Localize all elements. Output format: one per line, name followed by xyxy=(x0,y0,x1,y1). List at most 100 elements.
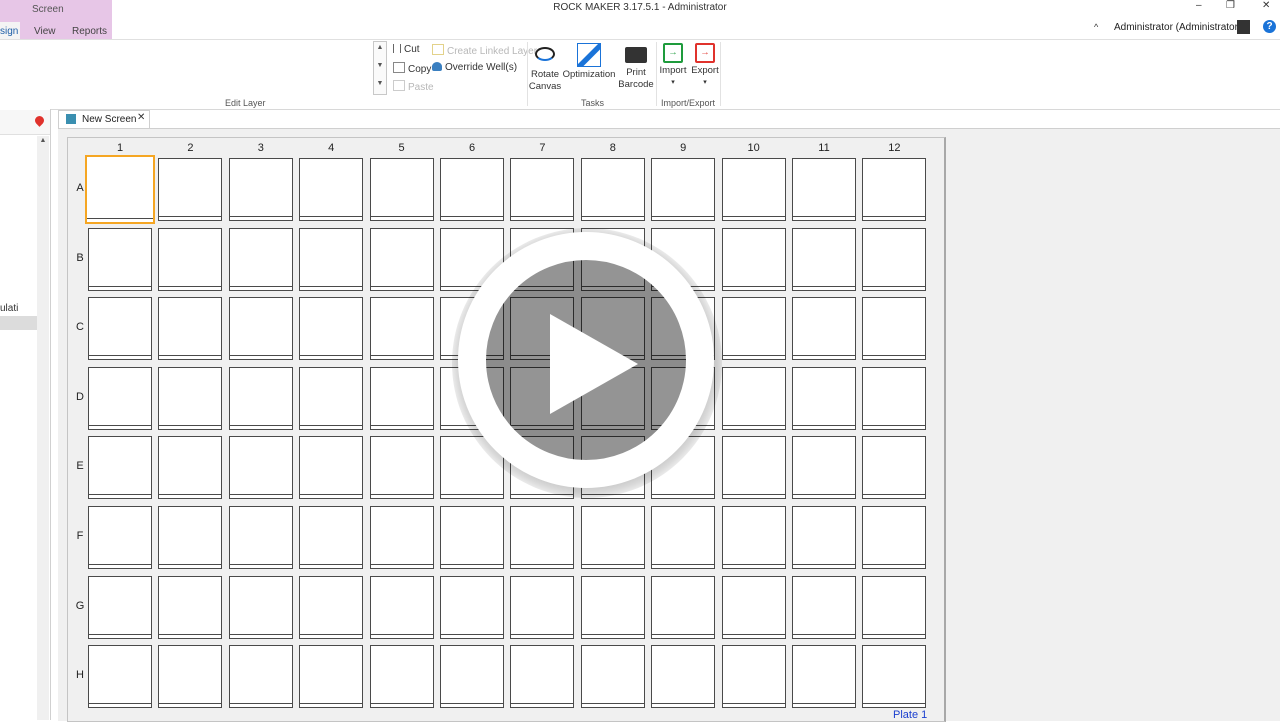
well[interactable] xyxy=(721,575,786,639)
well[interactable] xyxy=(510,645,575,709)
well[interactable] xyxy=(792,366,856,430)
well[interactable] xyxy=(862,436,927,500)
column-header[interactable]: 11 xyxy=(792,142,856,154)
well[interactable] xyxy=(228,506,293,569)
restore-button[interactable]: ❐ xyxy=(1226,0,1235,11)
well[interactable] xyxy=(88,506,152,569)
well[interactable] xyxy=(792,575,856,639)
well[interactable] xyxy=(299,366,364,430)
override-wells-button[interactable]: Override Well(s) xyxy=(432,62,517,73)
optimization-button[interactable]: Optimization xyxy=(562,43,616,81)
tab-design[interactable]: sign xyxy=(0,22,20,39)
well[interactable] xyxy=(299,227,364,291)
well[interactable] xyxy=(862,645,927,709)
left-pane-scrollbar[interactable] xyxy=(37,136,49,720)
well[interactable] xyxy=(369,227,434,291)
column-header[interactable]: 9 xyxy=(651,142,715,154)
well[interactable] xyxy=(158,506,223,569)
well[interactable] xyxy=(158,645,223,709)
well[interactable] xyxy=(792,227,856,291)
column-header[interactable]: 3 xyxy=(229,142,293,154)
well[interactable] xyxy=(158,366,223,430)
well[interactable] xyxy=(88,575,152,639)
well[interactable] xyxy=(228,436,293,500)
row-header[interactable]: C xyxy=(74,321,86,333)
well[interactable] xyxy=(228,575,293,639)
well[interactable] xyxy=(792,506,856,569)
well[interactable] xyxy=(580,506,645,569)
well[interactable] xyxy=(721,506,786,569)
column-header[interactable]: 6 xyxy=(440,142,504,154)
well[interactable] xyxy=(862,366,927,430)
well[interactable] xyxy=(792,436,856,500)
well[interactable] xyxy=(85,155,155,224)
import-button[interactable]: → Import ▾ xyxy=(657,43,689,89)
well[interactable] xyxy=(580,575,645,639)
well[interactable] xyxy=(721,297,786,361)
column-header[interactable]: 1 xyxy=(88,142,152,154)
column-header[interactable]: 8 xyxy=(581,142,645,154)
well[interactable] xyxy=(721,366,786,430)
well[interactable] xyxy=(510,575,575,639)
column-header[interactable]: 4 xyxy=(299,142,363,154)
paste-button[interactable]: Paste xyxy=(393,80,434,93)
well[interactable] xyxy=(862,227,927,291)
well[interactable] xyxy=(158,227,223,291)
left-pane-item[interactable]: ulati xyxy=(0,303,18,314)
gallery-more-icon[interactable]: ▼ xyxy=(374,80,386,87)
row-header[interactable]: G xyxy=(74,600,86,612)
well[interactable] xyxy=(158,297,223,361)
well[interactable] xyxy=(228,158,293,221)
copy-button[interactable]: Copy xyxy=(393,62,431,75)
well[interactable] xyxy=(721,227,786,291)
well[interactable] xyxy=(299,506,364,569)
well[interactable] xyxy=(228,366,293,430)
well[interactable] xyxy=(862,297,927,361)
well[interactable] xyxy=(158,436,223,500)
well[interactable] xyxy=(792,645,856,709)
well[interactable] xyxy=(721,158,786,221)
well[interactable] xyxy=(721,645,786,709)
well[interactable] xyxy=(580,158,645,221)
close-tab-icon[interactable]: ✕ xyxy=(137,112,145,123)
tab-reports[interactable]: Reports xyxy=(72,26,107,37)
well[interactable] xyxy=(440,645,504,709)
column-header[interactable]: 12 xyxy=(862,142,926,154)
scroll-up-icon[interactable]: ▲ xyxy=(37,137,49,144)
well[interactable] xyxy=(651,645,716,709)
tab-view[interactable]: View xyxy=(34,26,56,37)
well[interactable] xyxy=(651,158,716,221)
well[interactable] xyxy=(299,297,364,361)
well[interactable] xyxy=(299,575,364,639)
row-header[interactable]: F xyxy=(74,530,86,542)
well[interactable] xyxy=(440,506,504,569)
column-header[interactable]: 5 xyxy=(370,142,434,154)
well[interactable] xyxy=(792,297,856,361)
well[interactable] xyxy=(299,436,364,500)
play-triangle-icon[interactable] xyxy=(550,314,638,414)
minimize-button[interactable]: – xyxy=(1196,0,1202,11)
well[interactable] xyxy=(299,645,364,709)
well[interactable] xyxy=(88,436,152,500)
well[interactable] xyxy=(88,227,152,291)
well[interactable] xyxy=(158,575,223,639)
well[interactable] xyxy=(88,297,152,361)
well[interactable] xyxy=(369,158,434,221)
print-barcode-button[interactable]: Print Barcode xyxy=(617,43,655,91)
collapse-ribbon-chevron-icon[interactable]: ^ xyxy=(1094,22,1098,32)
cut-button[interactable]: Cut xyxy=(393,44,420,55)
layer-gallery-scroller[interactable]: ▲ ▼ ▼ xyxy=(373,41,387,95)
well[interactable] xyxy=(299,158,364,221)
left-pane-selected-item[interactable] xyxy=(0,316,37,330)
well[interactable] xyxy=(369,366,434,430)
column-header[interactable]: 7 xyxy=(510,142,574,154)
well[interactable] xyxy=(228,297,293,361)
well[interactable] xyxy=(88,645,152,709)
well[interactable] xyxy=(88,366,152,430)
column-header[interactable]: 10 xyxy=(722,142,786,154)
well[interactable] xyxy=(158,158,223,221)
well[interactable] xyxy=(228,227,293,291)
row-header[interactable]: E xyxy=(74,460,86,472)
well[interactable] xyxy=(862,158,927,221)
well[interactable] xyxy=(369,506,434,569)
